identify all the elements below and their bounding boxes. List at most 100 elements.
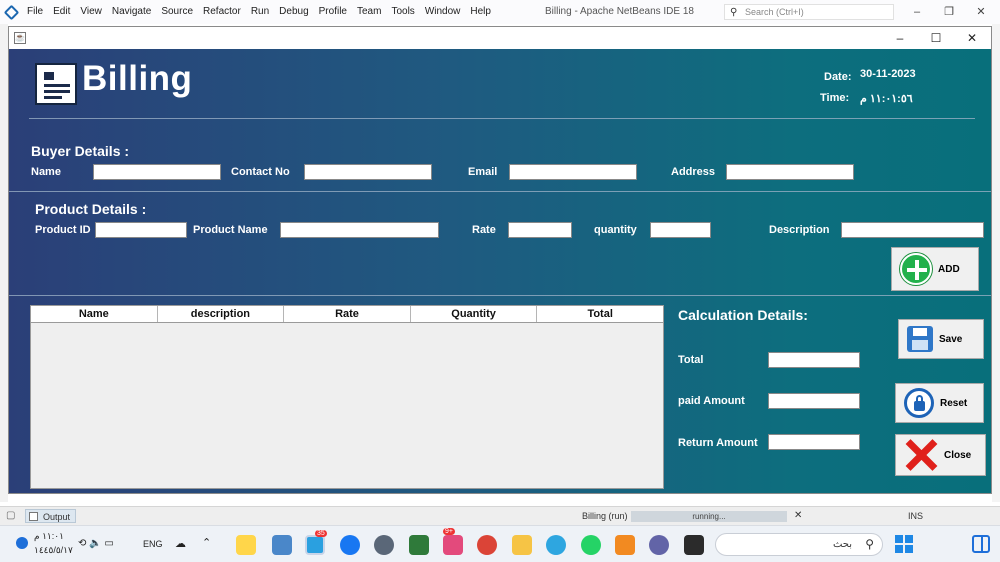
facebook-app-icon[interactable]	[340, 535, 360, 555]
menu-debug[interactable]: Debug	[274, 0, 313, 24]
product-section-title: Product Details :	[35, 201, 147, 217]
magnifier-icon: ⚲	[730, 7, 738, 18]
taskbar: ١١:٠١ م ١٤٤٥/٥/١٧ ⟲ 🔈 ▭ ENG ☁ ⌃ 35 9+ بح…	[0, 525, 1000, 562]
quantity-field[interactable]	[650, 222, 711, 238]
java-app-icon[interactable]	[236, 535, 256, 555]
product-id-field[interactable]	[95, 222, 187, 238]
email-field[interactable]	[509, 164, 637, 180]
column-header-rate[interactable]: Rate	[284, 306, 411, 322]
menu-run[interactable]: Run	[246, 0, 274, 24]
description-field[interactable]	[841, 222, 984, 238]
reset-button[interactable]: Reset	[895, 383, 984, 423]
red-x-icon	[904, 438, 938, 472]
buyer-section-title: Buyer Details :	[31, 143, 130, 159]
save-button-label: Save	[939, 333, 963, 345]
add-button[interactable]: ADD	[891, 247, 979, 291]
teams-app-icon[interactable]	[649, 535, 669, 555]
run-progress-bar: running...	[631, 511, 787, 522]
rate-label: Rate	[472, 224, 496, 236]
billing-panel: Billing Date: 30-11-2023 Time: ١١:٠١:٥٦ …	[9, 49, 991, 493]
settings-app-icon[interactable]	[374, 535, 394, 555]
rate-field[interactable]	[508, 222, 572, 238]
cloud-icon[interactable]: ☁	[175, 537, 186, 550]
address-field[interactable]	[726, 164, 854, 180]
output-tab-label: Output	[43, 512, 71, 522]
clock-date[interactable]: ١٤٤٥/٥/١٧	[34, 545, 73, 556]
ide-minimize-button[interactable]: –	[904, 0, 930, 24]
product-name-field[interactable]	[280, 222, 439, 238]
search-icon: ⚲	[865, 537, 874, 551]
menu-profile[interactable]: Profile	[314, 0, 352, 24]
panel-toggle-icon[interactable]: ▢	[6, 510, 15, 521]
photos-app-icon[interactable]: 9+	[443, 528, 463, 555]
paid-amount-label: paid Amount	[678, 395, 745, 407]
reset-button-label: Reset	[940, 397, 968, 409]
contact-label: Contact No	[231, 166, 290, 178]
telegram-desktop-icon[interactable]	[546, 535, 566, 555]
chevron-up-icon[interactable]: ⌃	[202, 536, 211, 549]
column-header-description[interactable]: description	[158, 306, 285, 322]
contact-field[interactable]	[304, 164, 432, 180]
menu-navigate[interactable]: Navigate	[107, 0, 156, 24]
terminal-app-icon[interactable]	[684, 535, 704, 555]
items-table[interactable]: Name description Rate Quantity Total	[30, 305, 664, 489]
ide-left-panel	[0, 24, 8, 502]
window-minimize-button[interactable]: –	[882, 27, 918, 49]
add-button-label: ADD	[938, 263, 960, 275]
return-amount-field[interactable]	[768, 434, 860, 450]
window-maximize-button[interactable]: ☐	[918, 27, 954, 49]
product-divider	[9, 295, 991, 296]
window-close-button[interactable]: ✕	[954, 27, 990, 49]
windows-start-icon[interactable]	[895, 535, 913, 553]
paid-amount-field[interactable]	[768, 393, 860, 409]
cancel-run-button[interactable]: ✕	[794, 510, 802, 521]
menu-view[interactable]: View	[75, 0, 107, 24]
office-app-icon[interactable]	[615, 535, 635, 555]
menu-source[interactable]: Source	[156, 0, 198, 24]
whatsapp-app-icon[interactable]	[581, 535, 601, 555]
run-task-label: Billing (run)	[582, 511, 628, 521]
chrome-app-icon[interactable]	[477, 535, 497, 555]
output-tab[interactable]: Output	[25, 509, 77, 523]
receipt-icon	[35, 63, 77, 105]
store-app-icon[interactable]	[409, 535, 429, 555]
notification-icon[interactable]	[16, 537, 28, 549]
buyer-name-field[interactable]	[93, 164, 221, 180]
menu-edit[interactable]: Edit	[48, 0, 75, 24]
menu-tools[interactable]: Tools	[386, 0, 419, 24]
floppy-disk-icon	[907, 326, 933, 352]
return-amount-label: Return Amount	[678, 437, 758, 449]
save-button[interactable]: Save	[898, 319, 984, 359]
file-explorer-icon[interactable]	[512, 535, 532, 555]
menu-help[interactable]: Help	[465, 0, 496, 24]
ide-menubar: File Edit View Navigate Source Refactor …	[0, 0, 1000, 24]
menu-refactor[interactable]: Refactor	[198, 0, 246, 24]
tray-icons[interactable]: ⟲ 🔈 ▭	[78, 538, 114, 549]
menu-window[interactable]: Window	[420, 0, 466, 24]
taskbar-search-placeholder: بحث	[832, 539, 852, 550]
app-title: Billing	[82, 59, 193, 98]
taskbar-search-input[interactable]: بحث ⚲	[715, 533, 883, 556]
total-label: Total	[678, 354, 704, 366]
menu-file[interactable]: File	[22, 0, 48, 24]
close-button[interactable]: Close	[895, 434, 986, 476]
lock-refresh-icon	[904, 388, 934, 418]
plus-circle-icon	[900, 253, 932, 285]
column-header-quantity[interactable]: Quantity	[411, 306, 538, 322]
netbeans-app-icon[interactable]	[272, 535, 292, 555]
photos-badge: 9+	[443, 528, 455, 535]
column-header-name[interactable]: Name	[31, 306, 158, 322]
ide-search-input[interactable]: ⚲ Search (Ctrl+I)	[724, 4, 894, 20]
calculation-title: Calculation Details:	[678, 307, 808, 323]
telegram-app-icon[interactable]: 35	[305, 530, 327, 555]
ide-right-panel	[992, 24, 1000, 502]
show-desktop-icon[interactable]	[972, 535, 990, 553]
total-field[interactable]	[768, 352, 860, 368]
language-indicator[interactable]: ENG	[143, 539, 163, 549]
clock-time[interactable]: ١١:٠١ م	[34, 531, 64, 542]
ide-maximize-button[interactable]: ❐	[936, 0, 962, 24]
ide-close-button[interactable]: ✕	[968, 0, 994, 24]
buyer-divider	[9, 191, 991, 192]
column-header-total[interactable]: Total	[537, 306, 663, 322]
menu-team[interactable]: Team	[352, 0, 386, 24]
